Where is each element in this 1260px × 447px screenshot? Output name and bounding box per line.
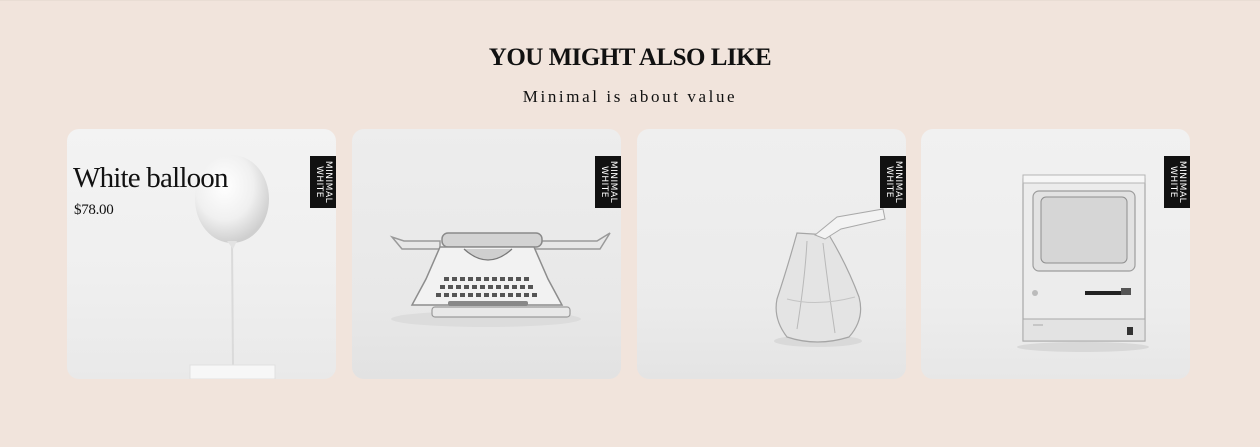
section-subtitle: Minimal is about value [522,87,738,106]
brand-tag: MINIMAL WHITE [595,156,621,208]
section-top-divider [0,0,1260,1]
typewriter-image [389,232,611,327]
brand-tag: MINIMAL WHITE [1164,156,1190,208]
product-card-wrapped-candy[interactable]: MINIMAL WHITE [637,129,906,379]
product-card-typewriter[interactable]: MINIMAL WHITE [352,129,621,379]
product-card-balloon[interactable]: MINIMAL WHITE White balloon $78.00 [67,129,336,379]
brand-tag-label: MINIMAL WHITE [884,160,903,204]
brand-tag: MINIMAL WHITE [310,156,336,208]
brand-tag: MINIMAL WHITE [880,156,906,208]
wrapped-candy-image [774,208,886,347]
brand-tag-label: MINIMAL WHITE [599,160,618,204]
product-price: $78.00 [74,202,114,218]
brand-tag-label: MINIMAL WHITE [314,160,333,204]
vintage-computer-image [1017,174,1149,352]
section-title: YOU MIGHT ALSO LIKE [488,44,772,71]
brand-tag-label: MINIMAL WHITE [1168,160,1187,204]
product-name[interactable]: White balloon [73,162,229,195]
product-card-vintage-computer[interactable]: MINIMAL WHITE [921,129,1190,379]
